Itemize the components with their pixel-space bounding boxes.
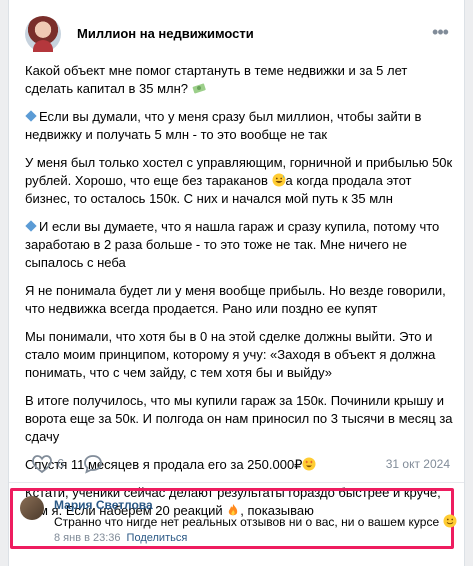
comment-text: Странно что нигде нет реальных отзывов н… xyxy=(54,514,457,529)
post-paragraph: Мы понимали, что хотя бы в 0 на этой сде… xyxy=(25,329,436,380)
post-paragraph: Я не понимала будет ли у меня вообще при… xyxy=(25,283,446,316)
post-date: 31 окт 2024 xyxy=(385,457,450,471)
community-avatar[interactable] xyxy=(25,16,61,52)
divider xyxy=(9,482,464,483)
post-paragraph: У меня был только хостел с управляющим, … xyxy=(25,155,453,206)
comment-icon[interactable] xyxy=(83,454,103,474)
post-actions: 6 31 окт 2024 xyxy=(25,452,450,476)
community-name[interactable]: Миллион на недвижимости xyxy=(77,26,254,41)
post-paragraph: Если вы думали, что у меня сразу был мил… xyxy=(25,109,422,142)
heart-icon[interactable] xyxy=(31,454,53,474)
comment-time[interactable]: 8 янв в 23:36 xyxy=(54,532,121,544)
like-count: 6 xyxy=(57,456,65,471)
blue-diamond-icon xyxy=(25,110,37,122)
post-header: Миллион на недвижимости ••• xyxy=(25,16,450,52)
commenter-name[interactable]: Мария Светлова xyxy=(54,498,153,512)
grin-sweat-emoji-icon xyxy=(272,173,285,187)
share-link[interactable]: Поделиться xyxy=(127,532,188,544)
post-card: Миллион на недвижимости ••• Какой объект… xyxy=(8,0,465,566)
slightly-smiling-emoji-icon xyxy=(443,514,456,528)
commenter-avatar[interactable] xyxy=(20,496,44,520)
blue-diamond-icon xyxy=(25,220,37,232)
comment-meta: 8 янв в 23:36 Поделиться xyxy=(54,532,187,544)
post-paragraph: В итоге получилось, что мы купили гараж … xyxy=(25,393,453,444)
more-options-icon[interactable]: ••• xyxy=(430,23,450,44)
post-paragraph: И если вы думаете, что я нашла гараж и с… xyxy=(25,219,440,270)
post-paragraph: Какой объект мне помог стартануть в теме… xyxy=(25,63,408,96)
money-emoji-icon xyxy=(192,83,206,94)
